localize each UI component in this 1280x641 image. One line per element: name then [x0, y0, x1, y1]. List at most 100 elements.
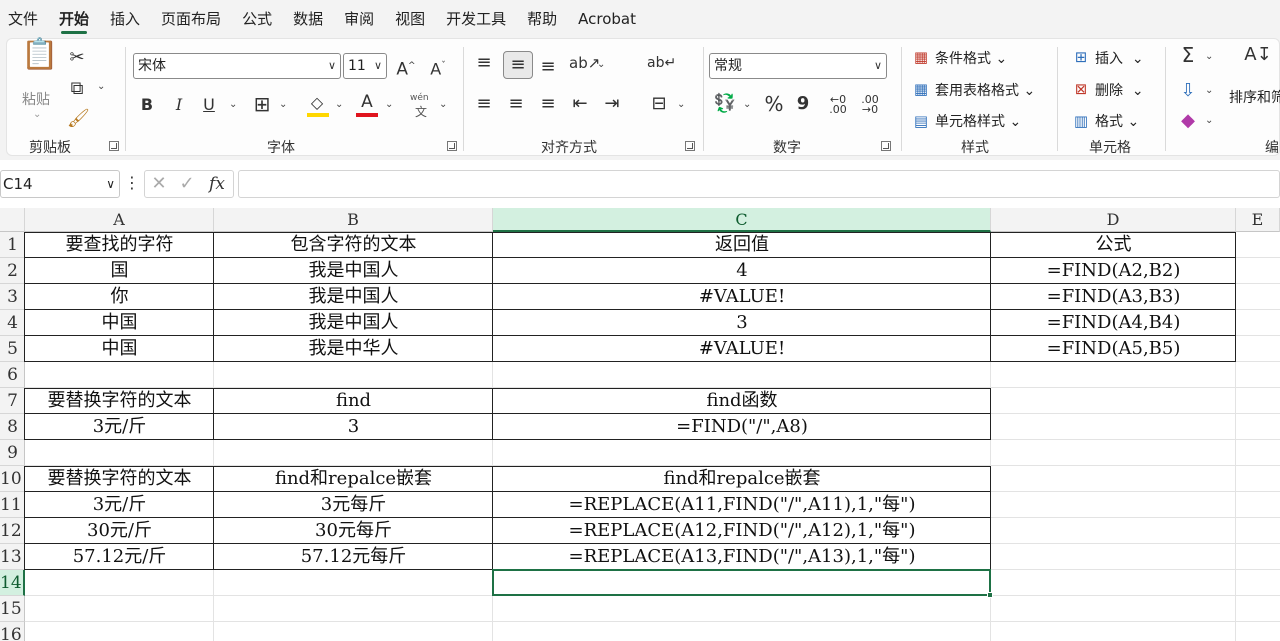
cell-a8[interactable]: 3元/斤: [25, 414, 214, 440]
cell-a5[interactable]: 中国: [25, 336, 214, 362]
comma-style-button[interactable]: 9: [795, 94, 811, 114]
cell-b5[interactable]: 我是中华人: [214, 336, 493, 362]
fill-color-icon[interactable]: ◇: [305, 93, 329, 113]
format-painter-icon[interactable]: 🖌: [67, 109, 90, 129]
sort-filter-icon[interactable]: A↧: [1243, 45, 1273, 65]
row-header-1[interactable]: 1: [0, 232, 25, 258]
decrease-indent-icon[interactable]: ⇤: [569, 94, 591, 114]
cell-c1[interactable]: 返回值: [493, 232, 991, 258]
cell-c12[interactable]: =REPLACE(A12,FIND("/",A12),1,"每"): [493, 518, 991, 544]
cell-c2[interactable]: 4: [493, 258, 991, 284]
accounting-dropdown-icon[interactable]: ⌄: [743, 99, 751, 110]
enter-icon[interactable]: ✓: [177, 174, 197, 194]
align-center-icon[interactable]: ≡: [505, 94, 527, 114]
row-header-5[interactable]: 5: [0, 336, 25, 362]
cell-c11[interactable]: =REPLACE(A11,FIND("/",A11),1,"每"): [493, 492, 991, 518]
tab-file[interactable]: 文件: [0, 0, 51, 38]
active-cell-outline[interactable]: [492, 569, 991, 596]
cell-b7[interactable]: find: [214, 388, 493, 414]
insert-cells-icon[interactable]: ⊞: [1071, 47, 1091, 67]
conditional-formatting-button[interactable]: 条件格式 ⌄: [935, 48, 1007, 68]
cell-d5[interactable]: =FIND(A5,B5): [991, 336, 1236, 362]
format-as-table-icon[interactable]: ▦: [911, 79, 931, 99]
align-right-icon[interactable]: ≡: [537, 94, 559, 114]
name-box[interactable]: C14 ∨: [0, 170, 120, 198]
italic-button[interactable]: I: [171, 95, 187, 115]
tab-view[interactable]: 视图: [387, 0, 438, 38]
decrease-decimal-icon[interactable]: .00 →0: [857, 94, 883, 115]
row-header-3[interactable]: 3: [0, 284, 25, 310]
format-cells-button[interactable]: 格式 ⌄: [1095, 111, 1139, 131]
column-header-a[interactable]: A: [25, 208, 214, 232]
tab-home[interactable]: 开始: [51, 0, 102, 38]
cell-c13[interactable]: =REPLACE(A13,FIND("/",A13),1,"每"): [493, 544, 991, 570]
font-launcher-icon[interactable]: [447, 141, 457, 151]
row-header-2[interactable]: 2: [0, 258, 25, 284]
cell-d3[interactable]: =FIND(A3,B3): [991, 284, 1236, 310]
number-launcher-icon[interactable]: [881, 141, 891, 151]
cell-a2[interactable]: 国: [25, 258, 214, 284]
grow-font-icon[interactable]: A^: [395, 56, 417, 80]
sort-filter-button[interactable]: 排序和筛: [1229, 87, 1280, 107]
row-header-13[interactable]: 13: [0, 544, 25, 570]
cell-a4[interactable]: 中国: [25, 310, 214, 336]
cell-styles-button[interactable]: 单元格样式 ⌄: [935, 111, 1021, 131]
increase-indent-icon[interactable]: ⇥: [601, 94, 623, 114]
cell-a3[interactable]: 你: [25, 284, 214, 310]
clipboard-launcher-icon[interactable]: [109, 141, 119, 151]
insert-function-icon[interactable]: fx: [205, 174, 229, 194]
accounting-format-icon[interactable]: 💱: [713, 94, 737, 114]
phonetic-top[interactable]: wén: [410, 93, 429, 103]
borders-dropdown-icon[interactable]: ⌄: [279, 99, 287, 110]
column-header-e[interactable]: E: [1236, 208, 1280, 232]
row-header-16[interactable]: 16: [0, 622, 25, 641]
fill-handle[interactable]: [987, 592, 993, 598]
orientation-dropdown-icon[interactable]: ⌄: [597, 59, 605, 70]
tab-help[interactable]: 帮助: [519, 0, 570, 38]
tab-review[interactable]: 审阅: [336, 0, 387, 38]
font-name-select[interactable]: 宋体 ∨: [133, 53, 341, 79]
cell-a10[interactable]: 要替换字符的文本: [25, 466, 214, 492]
row-header-9[interactable]: 9: [0, 440, 25, 466]
underline-button[interactable]: U: [201, 95, 217, 115]
percent-style-button[interactable]: %: [763, 94, 785, 114]
cell-b1[interactable]: 包含字符的文本: [214, 232, 493, 258]
autosum-icon[interactable]: Σ: [1177, 45, 1199, 65]
cell-a7[interactable]: 要替换字符的文本: [25, 388, 214, 414]
format-as-table-button[interactable]: 套用表格格式 ⌄: [935, 80, 1035, 100]
formula-input[interactable]: [238, 170, 1280, 198]
cell-a11[interactable]: 3元/斤: [25, 492, 214, 518]
font-color-dropdown-icon[interactable]: ⌄: [385, 99, 393, 110]
borders-icon[interactable]: ⊞: [251, 94, 273, 114]
tab-data[interactable]: 数据: [285, 0, 336, 38]
cell-c7[interactable]: find函数: [493, 388, 991, 414]
font-color-button[interactable]: A: [357, 92, 377, 112]
phonetic-dropdown-icon[interactable]: ⌄: [439, 99, 447, 110]
underline-dropdown-icon[interactable]: ⌄: [229, 99, 237, 110]
row-header-8[interactable]: 8: [0, 414, 25, 440]
autosum-dropdown-icon[interactable]: ⌄: [1205, 51, 1213, 62]
row-header-6[interactable]: 6: [0, 362, 25, 388]
delete-cells-button[interactable]: 删除 ⌄: [1095, 80, 1144, 100]
row-header-12[interactable]: 12: [0, 518, 25, 544]
fill-icon[interactable]: ⇩: [1177, 81, 1199, 101]
row-header-14[interactable]: 14: [0, 570, 25, 596]
column-header-b[interactable]: B: [214, 208, 493, 232]
format-cells-icon[interactable]: ▥: [1071, 111, 1091, 131]
cell-d4[interactable]: =FIND(A4,B4): [991, 310, 1236, 336]
tab-insert[interactable]: 插入: [102, 0, 153, 38]
tab-acrobat[interactable]: Acrobat: [570, 0, 649, 38]
delete-cells-icon[interactable]: ⊠: [1071, 79, 1091, 99]
font-size-select[interactable]: 11 ∨: [343, 53, 387, 79]
copy-icon[interactable]: ⧉: [67, 79, 87, 99]
bold-button[interactable]: B: [139, 95, 155, 115]
cell-b2[interactable]: 我是中国人: [214, 258, 493, 284]
clear-icon[interactable]: ◆: [1177, 111, 1199, 131]
align-left-icon[interactable]: ≡: [473, 94, 495, 114]
cell-c10[interactable]: find和repalce嵌套: [493, 466, 991, 492]
copy-dropdown-icon[interactable]: ⌄: [97, 81, 105, 92]
cancel-icon[interactable]: ✕: [149, 174, 169, 194]
cut-icon[interactable]: ✂: [67, 48, 87, 68]
select-all-corner[interactable]: [0, 208, 25, 232]
row-header-11[interactable]: 11: [0, 492, 25, 518]
